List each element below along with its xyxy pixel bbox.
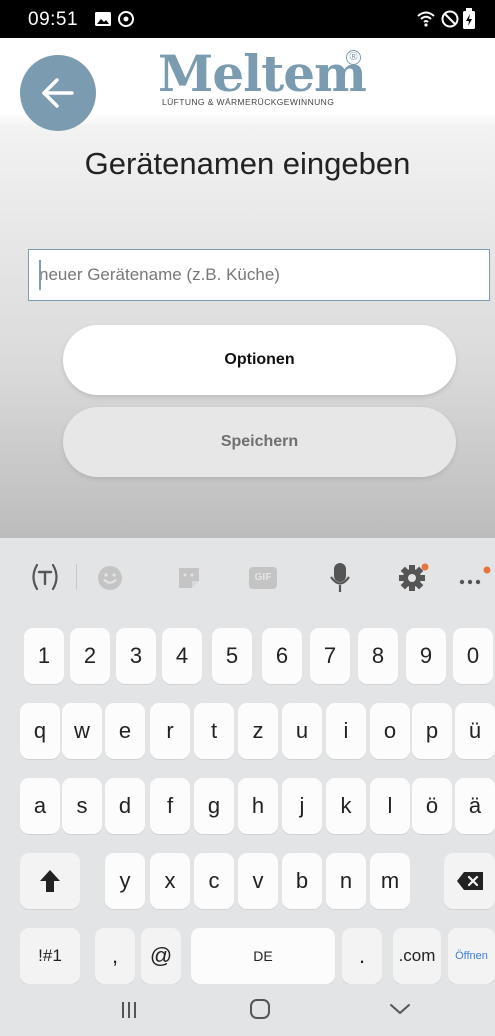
status-bar: 09:51 [0,0,495,38]
key-v[interactable]: v [238,853,278,909]
key-2[interactable]: 2 [70,628,110,684]
arrow-left-icon [42,78,74,108]
meltem-logo: Meltem ® LÜFTUNG & WÄRMERÜCKGEWINNUNG [158,44,368,108]
text-cursor [39,260,41,290]
key-5[interactable]: 5 [212,628,252,684]
key-0[interactable]: 0 [453,628,493,684]
logo-tagline: LÜFTUNG & WÄRMERÜCKGEWINNUNG [162,97,335,107]
key-s[interactable]: s [62,778,102,834]
recent-apps-icon[interactable] [119,1000,139,1020]
more-icon[interactable] [458,562,492,594]
key-w[interactable]: w [62,703,102,759]
logo-wordmark: Meltem [158,44,367,103]
key-g[interactable]: g [194,778,234,834]
key-x[interactable]: x [150,853,190,909]
gallery-icon [95,12,111,26]
key-ae[interactable]: ä [455,778,495,834]
settings-icon[interactable] [398,562,430,594]
wifi-icon [417,11,435,27]
key-a[interactable]: a [20,778,60,834]
emoji-icon[interactable] [96,564,124,592]
space-key[interactable]: DE [191,928,335,984]
key-b[interactable]: b [282,853,322,909]
keyboard: GIF 1 2 3 4 5 6 7 8 9 0 q w e r t z u i … [0,538,495,984]
com-key[interactable]: .com [393,928,441,984]
key-u[interactable]: u [282,703,322,759]
key-z[interactable]: z [238,703,278,759]
symbols-key[interactable]: !#1 [20,928,80,984]
backspace-key[interactable] [444,853,495,909]
key-m[interactable]: m [370,853,410,909]
key-y[interactable]: y [105,853,145,909]
home-icon[interactable] [249,998,271,1020]
navigation-bar [0,984,495,1036]
key-3[interactable]: 3 [116,628,156,684]
shift-arrow-icon [40,870,60,892]
sticker-icon[interactable] [175,564,203,592]
period-key[interactable]: . [342,928,382,984]
back-button[interactable] [20,55,96,131]
back-chevron-icon[interactable] [389,1002,411,1016]
status-time: 09:51 [28,9,79,30]
at-key[interactable]: @ [141,928,181,984]
key-c[interactable]: c [194,853,234,909]
key-o[interactable]: o [370,703,410,759]
key-p[interactable]: p [412,703,452,759]
gif-icon[interactable]: GIF [249,567,277,589]
options-button[interactable]: Optionen [63,325,456,395]
key-r[interactable]: r [150,703,190,759]
backspace-icon [457,872,483,890]
device-name-input[interactable] [28,249,490,301]
key-h[interactable]: h [238,778,278,834]
translate-icon[interactable] [28,562,62,592]
app-screen: Meltem ® LÜFTUNG & WÄRMERÜCKGEWINNUNG Ge… [0,38,495,538]
key-8[interactable]: 8 [358,628,398,684]
key-i[interactable]: i [326,703,366,759]
key-j[interactable]: j [282,778,322,834]
key-4[interactable]: 4 [162,628,202,684]
key-l[interactable]: l [370,778,410,834]
key-e[interactable]: e [105,703,145,759]
key-ue[interactable]: ü [455,703,495,759]
key-oe[interactable]: ö [412,778,452,834]
key-9[interactable]: 9 [406,628,446,684]
sync-icon [118,11,134,27]
key-7[interactable]: 7 [310,628,350,684]
page-title: Gerätenamen eingeben [84,146,411,181]
key-q[interactable]: q [20,703,60,759]
open-action-key[interactable]: Öffnen [448,928,495,984]
microphone-icon[interactable] [329,562,351,594]
shift-key[interactable] [20,853,80,909]
comma-key[interactable]: , [95,928,135,984]
key-n[interactable]: n [326,853,366,909]
registered-mark: ® [346,50,361,65]
save-button[interactable]: Speichern [63,407,456,477]
key-6[interactable]: 6 [262,628,302,684]
key-f[interactable]: f [150,778,190,834]
key-k[interactable]: k [326,778,366,834]
key-t[interactable]: t [194,703,234,759]
toolbar-divider [76,564,77,590]
battery-icon [463,8,475,29]
key-d[interactable]: d [105,778,145,834]
do-not-disturb-icon [441,10,459,28]
key-1[interactable]: 1 [24,628,64,684]
